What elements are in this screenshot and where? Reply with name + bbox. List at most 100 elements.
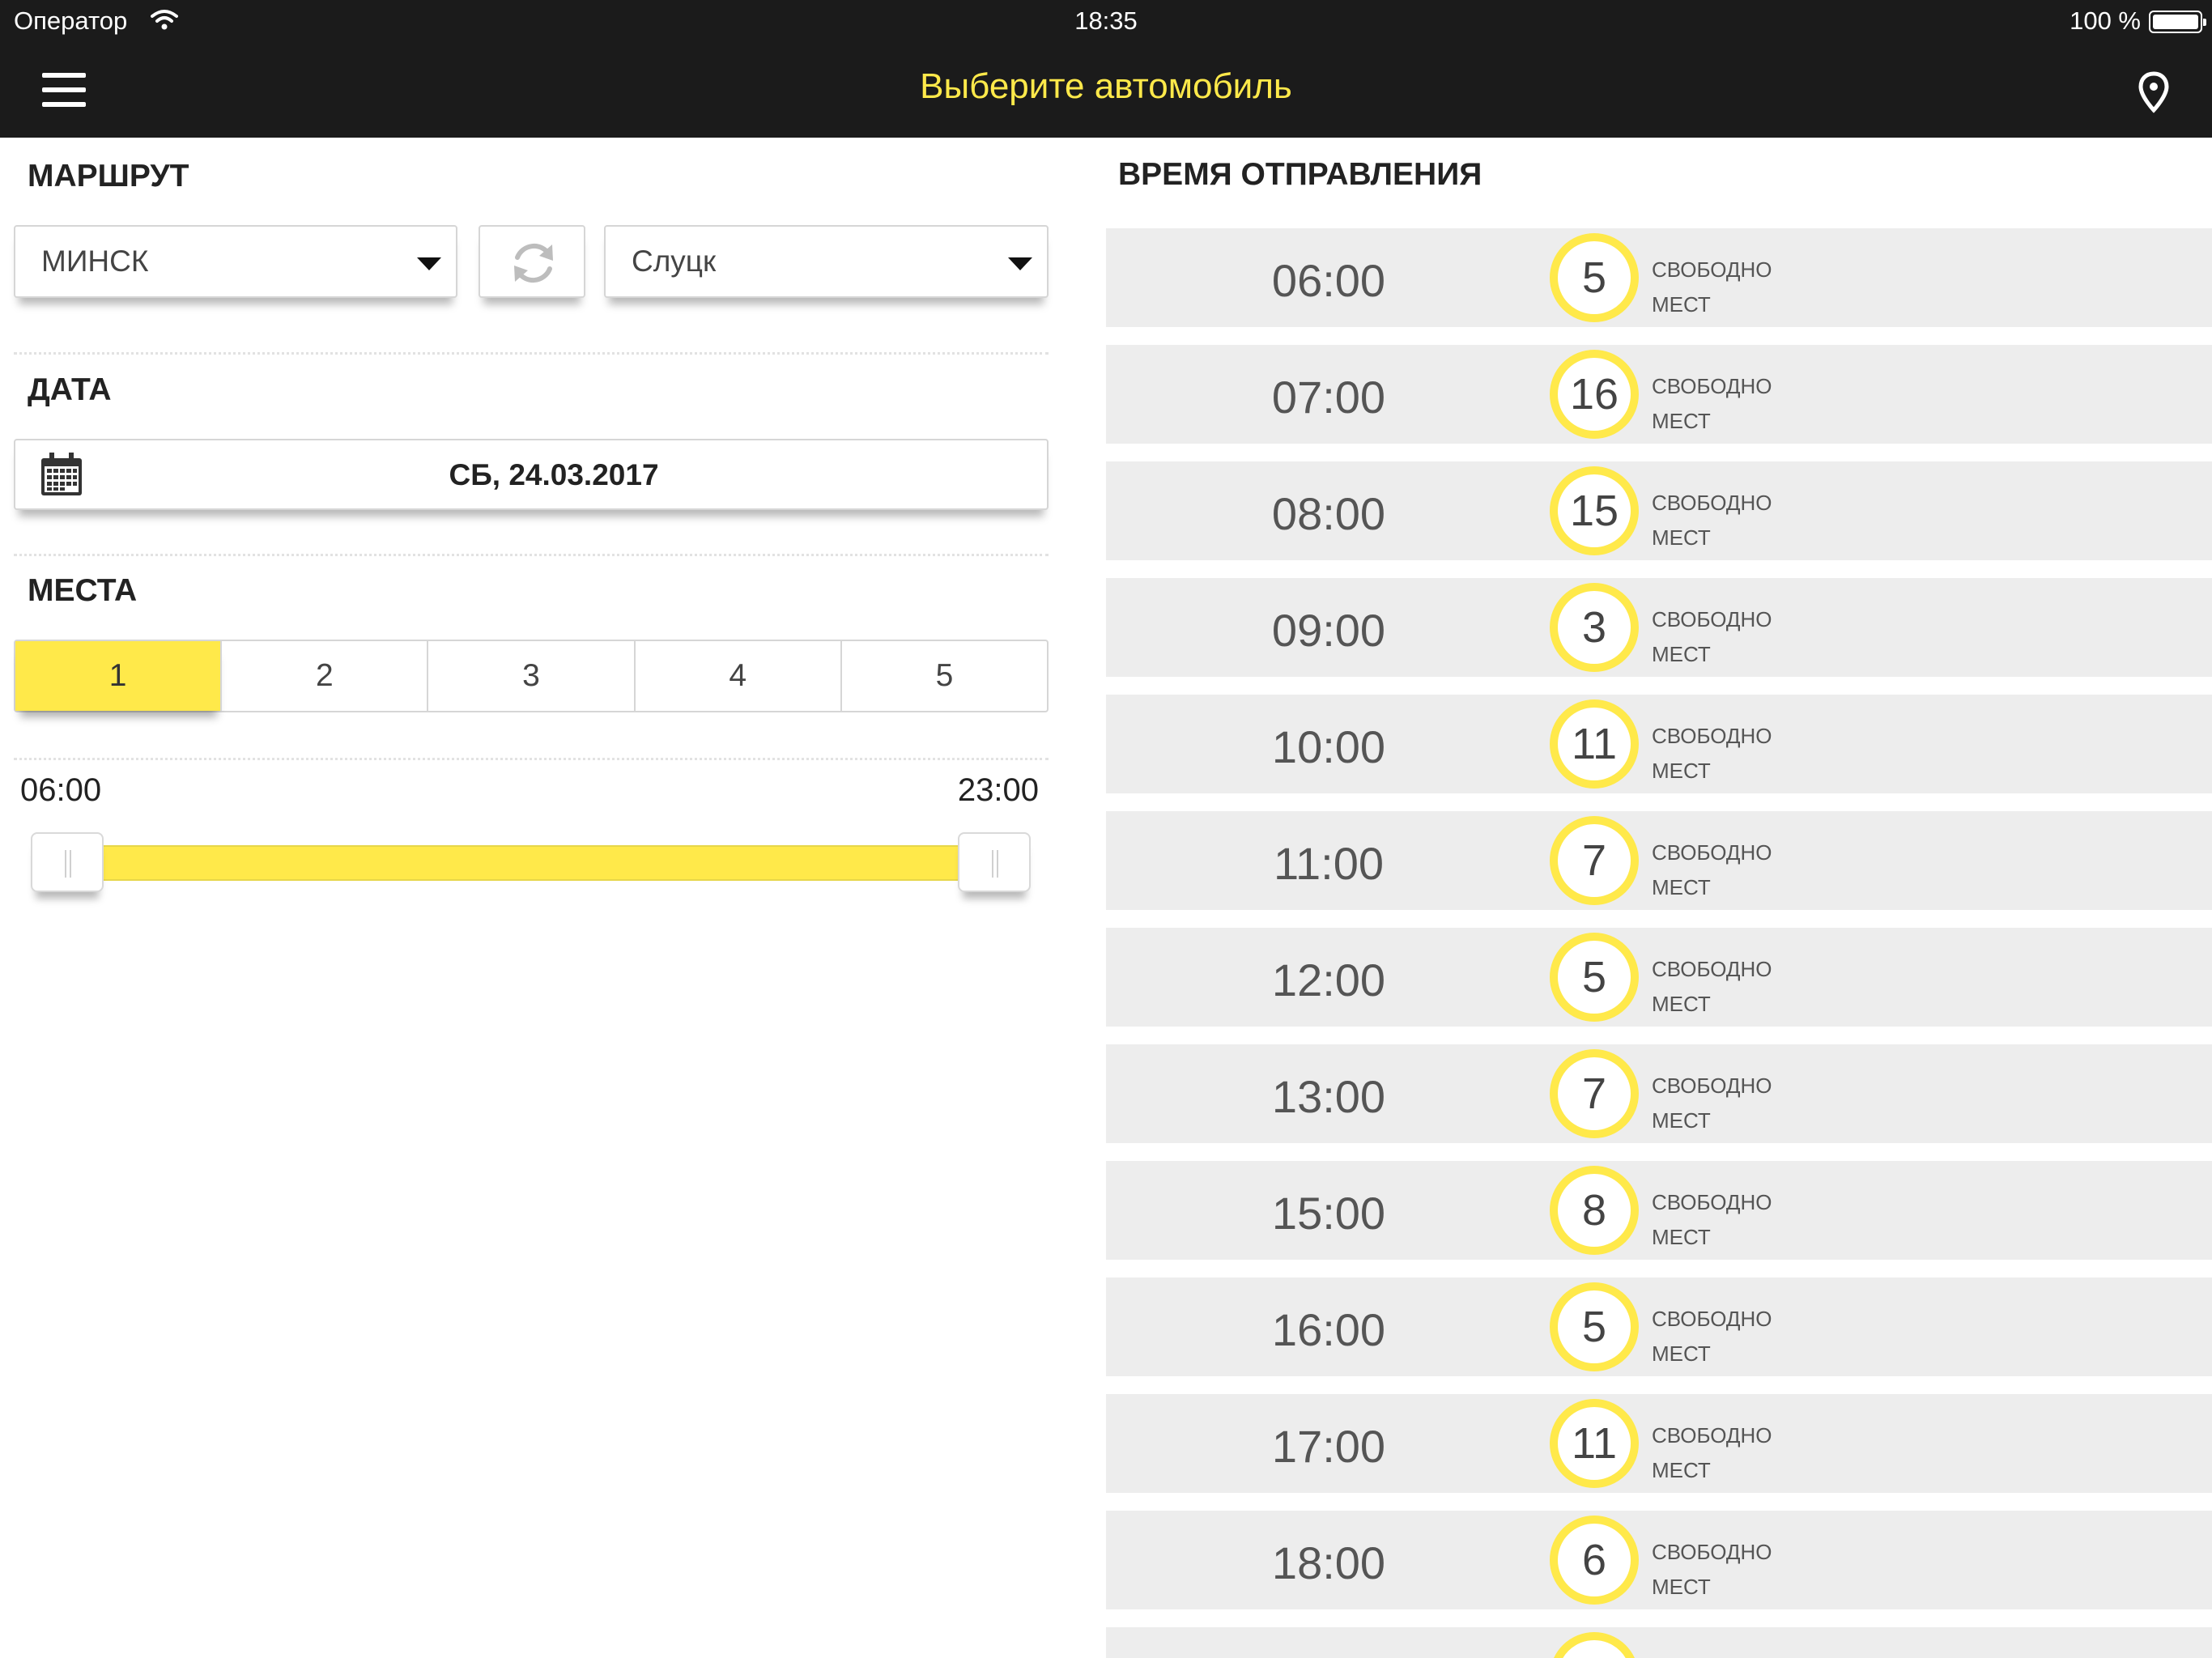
free-seats-label-line2: МЕСТ [1652,1108,1711,1133]
seat-option-3[interactable]: 3 [428,641,636,711]
free-seats-badge: 8 [1550,1166,1639,1255]
seat-option-4[interactable]: 4 [636,641,842,711]
range-start-handle[interactable] [31,832,104,892]
free-seats-label: СВОБОДНО МЕСТ [1652,719,1772,789]
free-seats-label-line2: МЕСТ [1652,292,1711,317]
free-seats-label: СВОБОДНО МЕСТ [1652,369,1772,439]
departure-slot[interactable]: 18:00 6 СВОБОДНО МЕСТ [1106,1511,2212,1609]
clock: 18:35 [1074,6,1138,35]
departure-slot[interactable]: 07:00 16 СВОБОДНО МЕСТ [1106,345,2212,444]
free-seats-label-line1: СВОБОДНО [1652,374,1772,398]
departure-time: 15:00 [1271,1188,1386,1239]
free-seats-label: СВОБОДНОМЕСТ [1652,1069,1772,1138]
free-seats-label: СВОБОДНО МЕСТ [1652,1302,1772,1371]
free-seats-label-line1: СВОБОДНО [1652,1307,1772,1331]
free-seats-label: СВОБОДНОМЕСТ [1652,1652,1772,1658]
divider [14,758,1049,760]
free-seats-badge: 7 [1550,1049,1639,1138]
divider [14,352,1049,355]
departure-slot[interactable]: 12:00 5 СВОБОДНО МЕСТ [1106,928,2212,1027]
free-seats-badge: 16 [1550,350,1639,439]
chevron-down-icon [417,257,441,270]
free-seats-badge: 11 [1550,699,1639,789]
departure-slot[interactable]: 15:00 8 СВОБОДНО МЕСТ [1106,1161,2212,1260]
free-seats-label-line2: МЕСТ [1652,992,1711,1016]
departure-time: 11:00 [1274,838,1384,889]
departure-slot[interactable]: 16:00 5 СВОБОДНО МЕСТ [1106,1278,2212,1376]
free-seats-label-line1: СВОБОДНО [1652,607,1772,631]
seats-heading: МЕСТА [28,573,138,608]
free-seats-badge [1550,1632,1639,1658]
divider [14,554,1049,556]
free-seats-badge: 5 [1550,233,1639,322]
departure-slot[interactable]: 10:00 11 СВОБОДНО МЕСТ [1106,695,2212,793]
to-city-select[interactable]: Слуцк [604,225,1049,298]
departure-time: 06:00 [1271,255,1386,306]
free-seats-label: СВОБОДНОМЕСТ [1652,952,1772,1022]
seat-option-1[interactable]: 1 [15,641,223,711]
free-seats-label: СВОБОДНОМЕСТ [1652,835,1772,905]
free-seats-label-line2: МЕСТ [1652,525,1711,550]
battery-icon [2149,11,2206,33]
swap-route-button[interactable] [479,225,585,298]
map-pin-icon[interactable] [2138,71,2170,113]
free-seats-label: СВОБОДНОМЕСТ [1652,1535,1772,1605]
departure-time: 12:00 [1271,954,1386,1005]
free-seats-label-line1: СВОБОДНО [1652,491,1772,515]
free-seats-label-line1: СВОБОДНО [1652,724,1772,748]
route-heading: МАРШРУТ [28,159,189,193]
free-seats-badge: 5 [1550,1282,1639,1371]
range-end-handle[interactable] [958,832,1031,892]
seats-selector: 1 2 3 4 5 [14,640,1049,712]
departure-slot[interactable]: 11:00 7 СВОБОДНО МЕСТ [1106,811,2212,910]
departures-heading: ВРЕМЯ ОТПРАВЛЕНИЯ [1118,157,1482,192]
departure-slot[interactable]: 13:00 7 СВОБОДНО МЕСТ [1106,1044,2212,1143]
time-range-track [65,845,963,881]
page-title: Выберите автомобиль [920,66,1292,106]
departure-list: 06:00 5 СВОБОДНО МЕСТ 07:00 16 СВОБОДНО МЕСТ 08:… [1106,228,2212,1658]
free-seats-label: СВОБОДНОМЕСТ [1652,602,1772,672]
free-seats-label-line2: МЕСТ [1652,1341,1711,1366]
departure-time: 08:00 [1271,488,1386,539]
range-start-label: 06:00 [20,772,102,808]
departure-time: 09:00 [1271,605,1386,656]
departure-time: 07:00 [1271,372,1386,423]
departure-slot[interactable]: 08:00 15 СВОБОДНО МЕСТ [1106,461,2212,560]
free-seats-label-line1: СВОБОДНО [1652,257,1772,282]
free-seats-label-line2: МЕСТ [1652,1575,1711,1599]
battery-percent: 100 % [2069,6,2141,35]
free-seats-label: СВОБОДНО МЕСТ [1652,1418,1772,1488]
free-seats-badge: 11 [1550,1399,1639,1488]
status-bar: Оператор 18:35 100 % [0,0,2212,44]
free-seats-label-line1: СВОБОДНО [1652,840,1772,865]
seat-option-5[interactable]: 5 [842,641,1047,711]
free-seats-label-line2: МЕСТ [1652,1458,1711,1482]
free-seats-label: СВОБОДНО МЕСТ [1652,253,1772,322]
departure-time: 13:00 [1271,1071,1386,1122]
free-seats-label-line1: СВОБОДНО [1652,1423,1772,1448]
date-heading: ДАТА [28,372,112,407]
departure-slot[interactable]: 06:00 5 СВОБОДНО МЕСТ [1106,228,2212,327]
departure-slot[interactable]: 17:00 11 СВОБОДНО МЕСТ [1106,1394,2212,1493]
date-value: СБ, 24.03.2017 [449,458,659,491]
seat-option-2[interactable]: 2 [222,641,429,711]
departure-slot[interactable]: 09:00 3 СВОБОДНО МЕСТ [1106,578,2212,677]
free-seats-badge: 3 [1550,583,1639,672]
from-city-value: МИНСК [41,244,149,278]
top-bar: Оператор 18:35 100 % Выберите автомобиль [0,0,2212,138]
free-seats-label-line2: МЕСТ [1652,759,1711,783]
free-seats-label: СВОБОДНОМЕСТ [1652,1185,1772,1255]
free-seats-label-line1: СВОБОДНО [1652,1652,1772,1658]
free-seats-label-line1: СВОБОДНО [1652,1190,1772,1214]
from-city-select[interactable]: МИНСК [14,225,457,298]
range-end-label: 23:00 [957,772,1039,808]
free-seats-label-line2: МЕСТ [1652,409,1711,433]
to-city-value: Слуцк [632,244,717,278]
departure-time: 18:00 [1271,1537,1386,1588]
filters-panel: МАРШРУТ МИНСК Слуцк ДАТА СБ, 24.03.2017 … [0,138,1061,1658]
chevron-down-icon [1008,257,1032,270]
free-seats-badge: 15 [1550,466,1639,555]
date-picker[interactable]: СБ, 24.03.2017 [14,439,1049,510]
free-seats-badge: 6 [1550,1516,1639,1605]
departure-slot[interactable]: СВОБОДНОМЕСТ [1106,1627,2212,1658]
